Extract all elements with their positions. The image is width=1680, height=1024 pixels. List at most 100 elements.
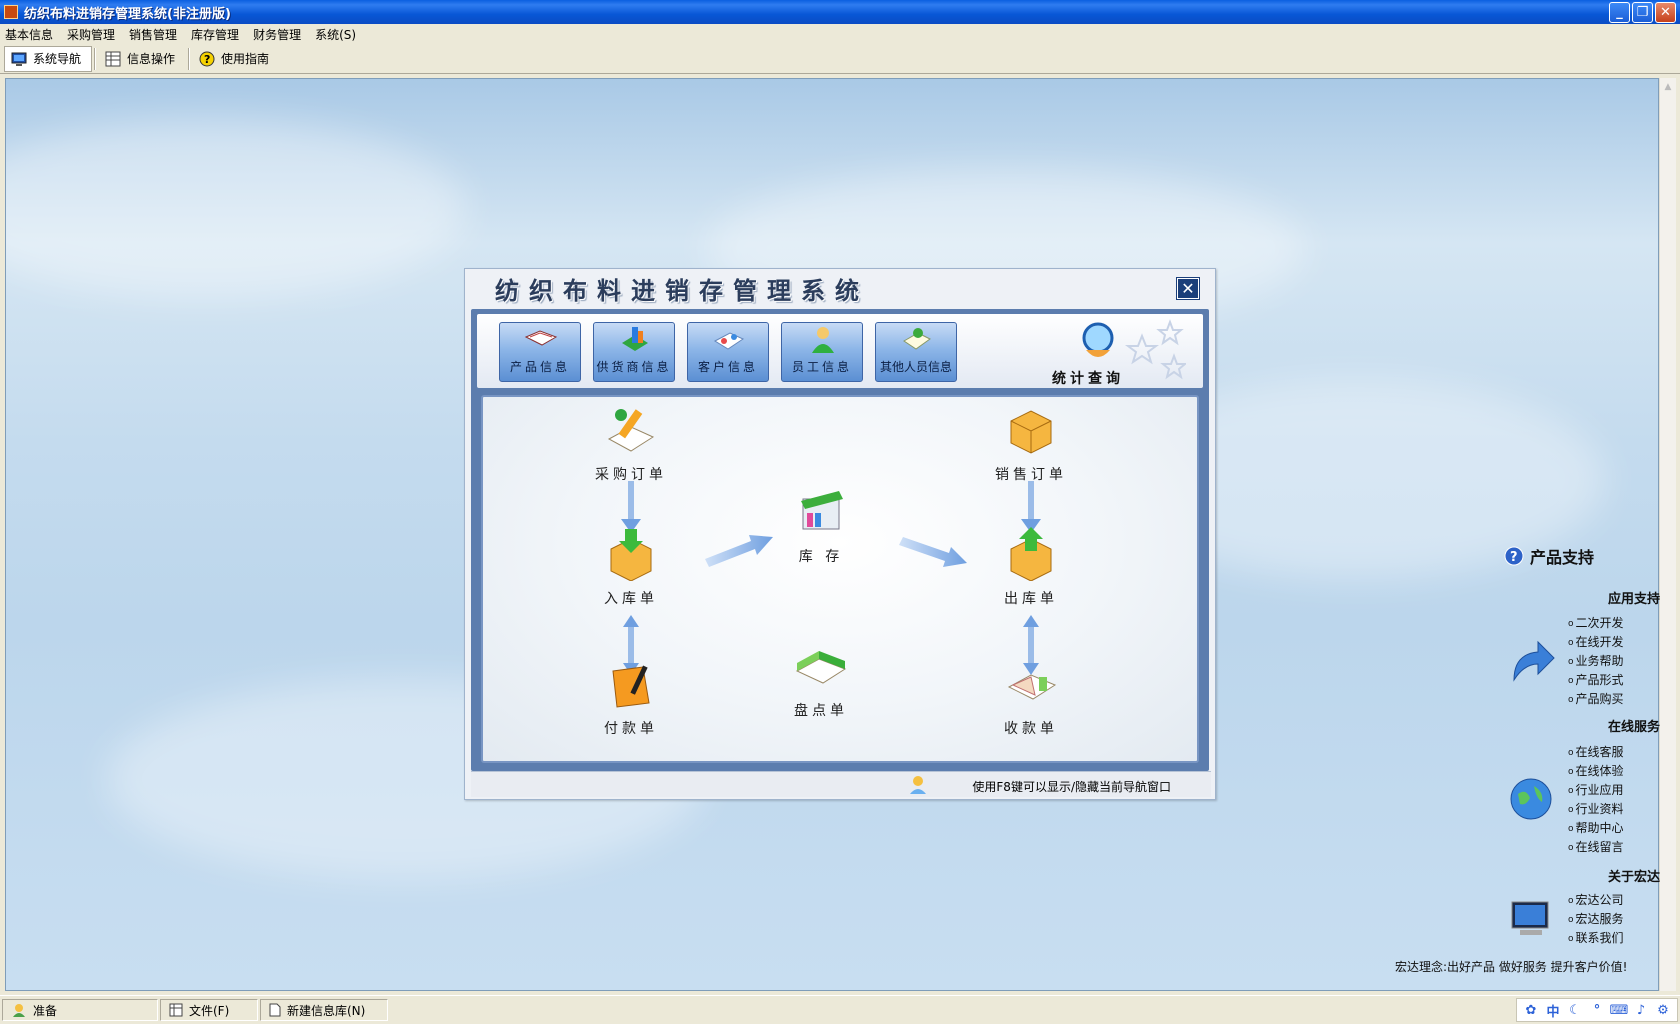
keyboard-icon[interactable]: ⌨	[1610, 1002, 1629, 1018]
info-toolbar: 产品信息 供货商信息 客户信息 员工信息 其他人员信息 统计查询	[477, 314, 1203, 388]
stock-out-label: 出库单	[1004, 591, 1058, 607]
assistant-icon	[910, 776, 926, 794]
inventory-node[interactable]: 库 存	[773, 485, 869, 566]
sales-order-node[interactable]: 销售订单	[983, 403, 1079, 484]
inventory-label: 库 存	[798, 549, 844, 565]
user-guide-button[interactable]: ? 使用指南	[192, 46, 280, 72]
settings-gear-icon[interactable]: ⚙	[1655, 1002, 1671, 1018]
about-heading: 关于宏达	[1607, 870, 1660, 885]
link-business-help[interactable]: 业务帮助	[1568, 652, 1624, 669]
purchase-order-node[interactable]: 采购订单	[583, 403, 679, 484]
computer-icon	[1511, 901, 1549, 935]
purchase-order-icon	[607, 409, 655, 452]
system-nav-button[interactable]: 系统导航	[4, 45, 93, 72]
minimize-button[interactable]: _	[1609, 2, 1630, 23]
link-product-purchase[interactable]: 产品购买	[1568, 690, 1624, 707]
assistant-icon	[13, 1004, 25, 1017]
book-icon	[524, 330, 558, 346]
file-label: 文件(F)	[189, 1003, 230, 1018]
navigation-dialog: 纺织布料进销存管理系统 ✕ 产品信息 供货商信息 客户信息 员工信息 其他人员信…	[464, 268, 1216, 800]
receipt-node[interactable]: 收款单	[983, 657, 1079, 738]
menu-finance[interactable]: 财务管理	[248, 26, 310, 43]
menu-inventory[interactable]: 库存管理	[186, 26, 248, 43]
link-contact-us[interactable]: 联系我们	[1568, 929, 1624, 946]
scroll-up-icon[interactable]: ▲	[1660, 78, 1676, 95]
link-online-dev[interactable]: 在线开发	[1568, 633, 1624, 650]
employee-info-button[interactable]: 员工信息	[781, 322, 863, 382]
window-title: 纺织布料进销存管理系统(非注册版)	[24, 6, 231, 22]
link-help-center[interactable]: 帮助中心	[1568, 819, 1624, 836]
dialog-close-button[interactable]: ✕	[1176, 277, 1200, 300]
product-support-title: ? 产品支持	[1504, 544, 1594, 568]
vertical-scrollbar[interactable]: ▲	[1659, 78, 1676, 991]
menu-sales[interactable]: 销售管理	[124, 26, 186, 43]
question-icon: ?	[1504, 546, 1524, 566]
system-nav-label: 系统导航	[33, 52, 82, 66]
link-industry-docs[interactable]: 行业资料	[1568, 800, 1624, 817]
toolbar: 系统导航 信息操作 ? 使用指南	[0, 44, 1680, 74]
statistics-query-button[interactable]: 统计查询	[1042, 318, 1186, 387]
window-controls: _ ❐ ✕	[1609, 2, 1676, 23]
stars-decoration-icon	[1125, 319, 1186, 380]
payment-node[interactable]: 付款单	[583, 657, 679, 738]
supplier-info-button[interactable]: 供货商信息	[593, 322, 675, 382]
supplier-info-label: 供货商信息	[596, 360, 672, 374]
link-secondary-dev[interactable]: 二次开发	[1568, 614, 1624, 631]
close-button[interactable]: ✕	[1655, 2, 1676, 23]
help-icon: ?	[199, 51, 215, 67]
f8-hint-text: 使用F8键可以显示/隐藏当前导航窗口	[972, 780, 1171, 794]
product-support-label: 产品支持	[1530, 548, 1595, 567]
title-bar: 纺织布料进销存管理系统(非注册版) _ ❐ ✕	[0, 0, 1680, 24]
other-staff-info-label: 其他人员信息	[879, 360, 952, 374]
file-grid-icon	[169, 1003, 183, 1017]
customer-info-button[interactable]: 客户信息	[687, 322, 769, 382]
customer-icon	[713, 332, 745, 350]
toolbar-separator	[188, 47, 191, 70]
link-industry-app[interactable]: 行业应用	[1568, 781, 1624, 798]
stock-in-node[interactable]: 入库单	[583, 527, 679, 608]
file-button[interactable]: 文件(F)	[160, 999, 258, 1021]
svg-text:?: ?	[204, 53, 210, 66]
info-operation-button[interactable]: 信息操作	[98, 46, 186, 72]
dialog-title: 纺织布料进销存管理系统	[495, 275, 869, 305]
toolbar-separator	[94, 47, 97, 70]
new-database-label: 新建信息库(N)	[287, 1003, 366, 1018]
forward-arrow-icon	[1513, 640, 1555, 682]
user-guide-label: 使用指南	[221, 52, 270, 66]
stock-in-label: 入库单	[604, 591, 658, 607]
purchase-order-label: 采购订单	[595, 467, 667, 483]
menu-basic-info[interactable]: 基本信息	[0, 26, 62, 43]
menu-purchase[interactable]: 采购管理	[62, 26, 124, 43]
moon-icon[interactable]: ☾	[1567, 1002, 1583, 1018]
microphone-icon[interactable]: ♪	[1633, 1002, 1649, 1018]
app-support-heading: 应用支持	[1607, 592, 1660, 607]
other-staff-info-button[interactable]: 其他人员信息	[875, 322, 957, 382]
receipt-label: 收款单	[1004, 721, 1058, 737]
link-online-support[interactable]: 在线客服	[1568, 743, 1624, 760]
stock-in-box-icon	[610, 529, 652, 582]
product-info-label: 产品信息	[509, 360, 570, 374]
stock-out-node[interactable]: 出库单	[983, 527, 1079, 608]
punctuation-icon[interactable]: °	[1589, 1002, 1605, 1018]
employee-info-label: 员工信息	[791, 360, 852, 374]
menu-system[interactable]: 系统(S)	[310, 26, 365, 43]
stock-out-box-icon	[1010, 527, 1052, 582]
system-tray: ✿ 中 ☾ ° ⌨ ♪ ⚙	[1516, 998, 1678, 1022]
link-company[interactable]: 宏达公司	[1568, 891, 1624, 908]
maximize-button[interactable]: ❐	[1632, 2, 1653, 23]
status-ready: 准备	[2, 999, 158, 1021]
ime-chinese-icon[interactable]: 中	[1545, 1002, 1561, 1020]
stocktake-node[interactable]: 盘点单	[773, 639, 869, 720]
link-product-form[interactable]: 产品形式	[1568, 671, 1624, 688]
dialog-frame: 产品信息 供货商信息 客户信息 员工信息 其他人员信息 统计查询 采购订单 销售…	[471, 309, 1209, 771]
dialog-status-bar: 使用F8键可以显示/隐藏当前导航窗口	[471, 771, 1211, 797]
product-info-button[interactable]: 产品信息	[499, 322, 581, 382]
paw-icon[interactable]: ✿	[1523, 1002, 1539, 1018]
contact-card-icon	[903, 328, 931, 350]
link-online-message[interactable]: 在线留言	[1568, 838, 1624, 855]
new-database-button[interactable]: 新建信息库(N)	[260, 999, 388, 1021]
menu-bar: 基本信息 采购管理 销售管理 库存管理 财务管理 系统(S)	[0, 24, 1680, 44]
link-online-trial[interactable]: 在线体验	[1568, 762, 1624, 779]
link-service[interactable]: 宏达服务	[1568, 910, 1624, 927]
statistics-query-label: 统计查询	[1052, 371, 1124, 387]
